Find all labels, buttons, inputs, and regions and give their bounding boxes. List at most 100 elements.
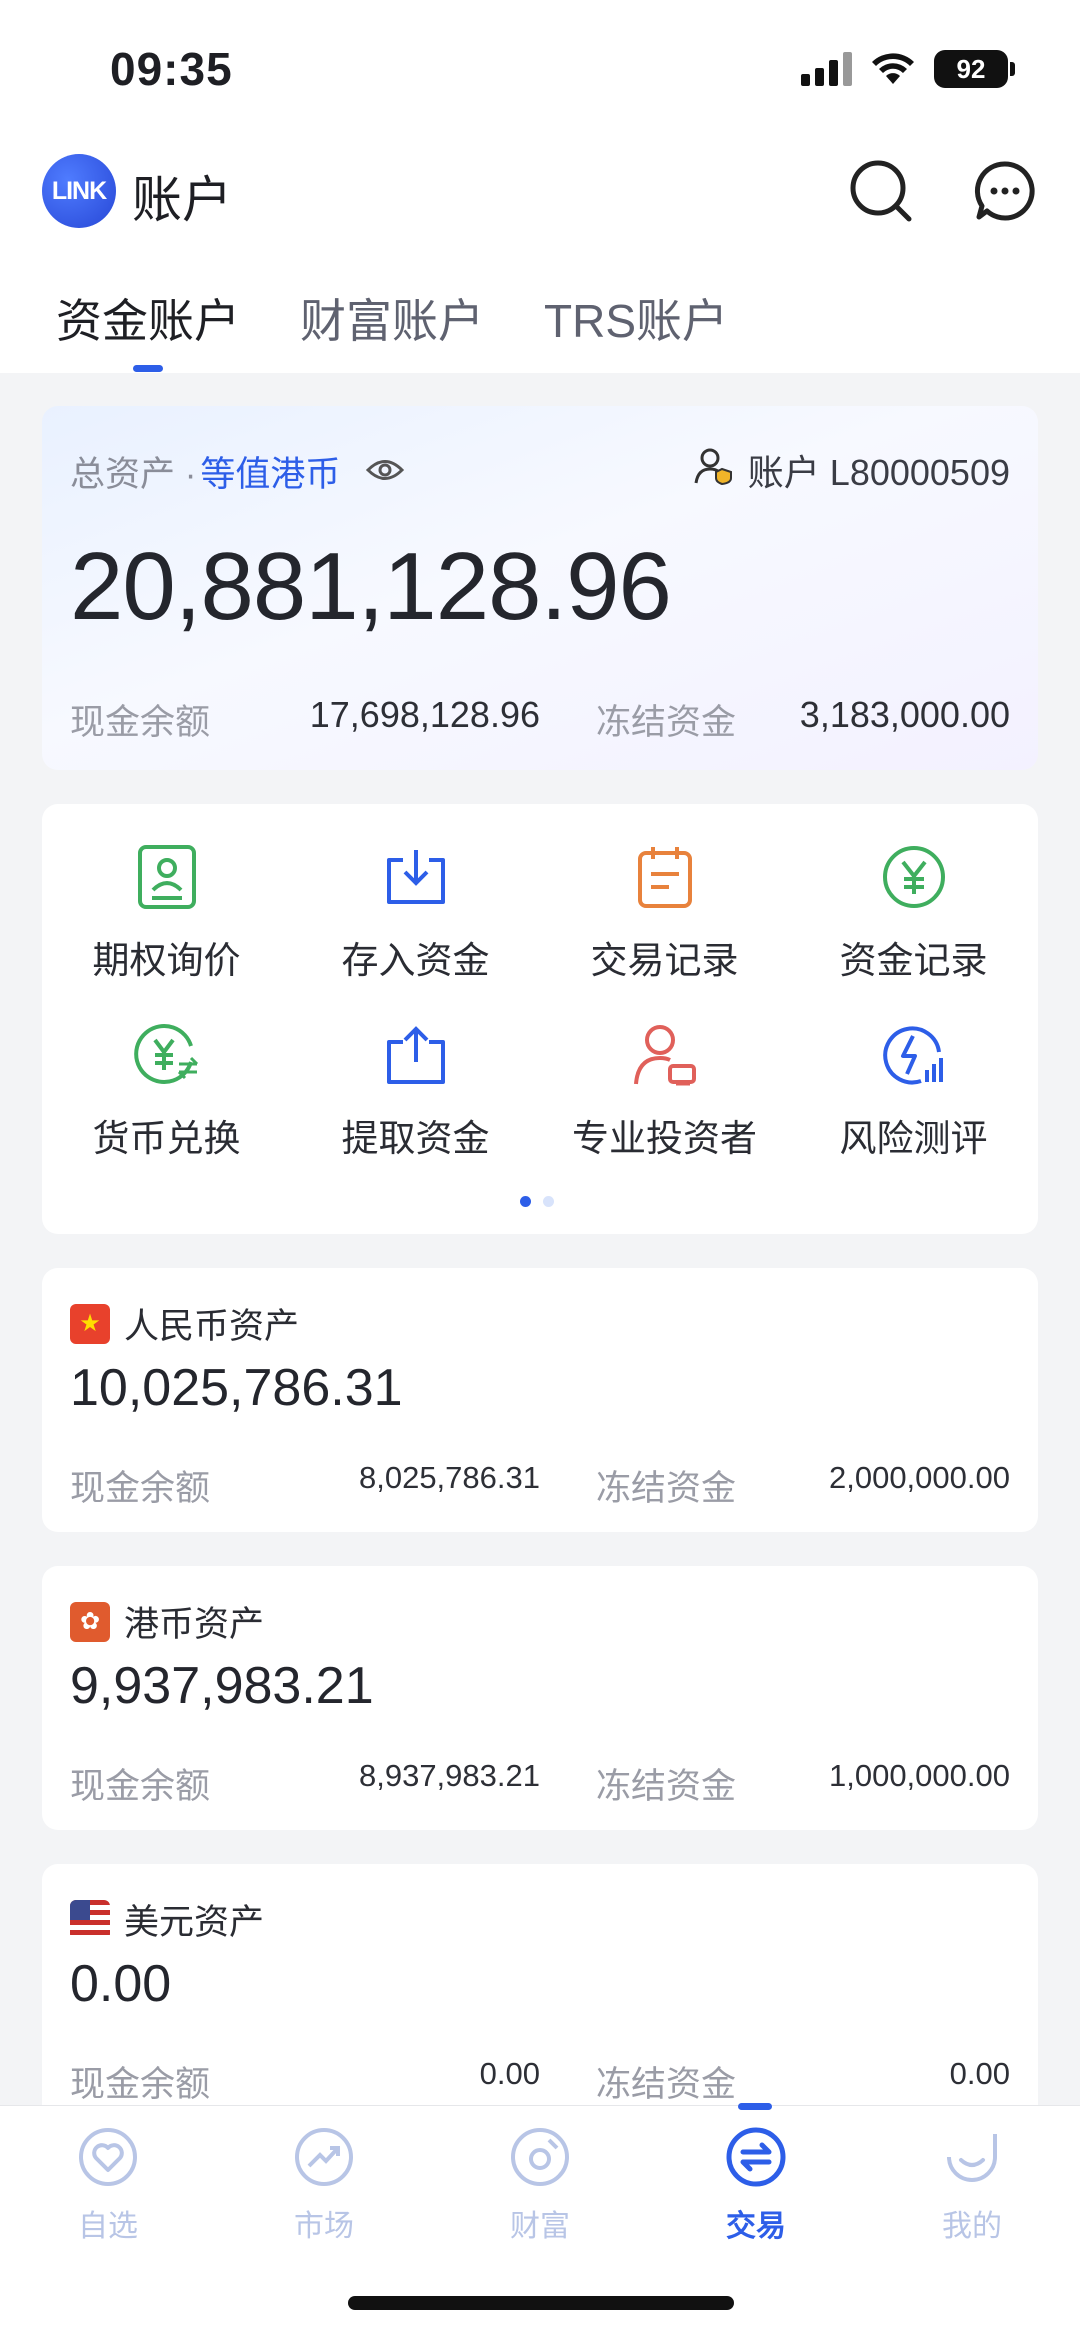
- status-icons: 92: [801, 50, 1015, 88]
- search-icon[interactable]: [846, 156, 916, 226]
- frozen-funds-label: 冻结资金: [596, 1767, 737, 1806]
- cash-balance-value: 8,025,786.31: [358, 1460, 540, 1495]
- nav-label: 我的: [942, 2210, 1002, 2243]
- frozen-funds-value: 0.00: [949, 2056, 1010, 2091]
- hkd-assets-header: ✿ 港币资产: [70, 1596, 264, 1647]
- action-label: 资金记录: [839, 940, 988, 981]
- action-pro-investor[interactable]: 专业投资者: [540, 1020, 789, 1162]
- download-tray-icon: [381, 842, 451, 912]
- battery-icon: 92: [934, 50, 1015, 88]
- action-label: 交易记录: [590, 940, 739, 981]
- action-label: 提取资金: [341, 1118, 490, 1159]
- total-assets-prefix: 总资产 ·: [70, 455, 197, 494]
- cash-balance-label: 现金余额: [70, 1767, 211, 1806]
- account-tabs: 资金账户 财富账户 TRS账户: [56, 285, 728, 351]
- tab-fund-account[interactable]: 资金账户: [56, 285, 240, 351]
- action-label: 风险测评: [839, 1118, 988, 1159]
- message-icon[interactable]: [970, 156, 1040, 226]
- currency-amount: 0.00: [70, 1955, 172, 2013]
- risk-bolt-icon: [879, 1020, 949, 1090]
- currency-stats: 现金余额 0.00 冻结资金 0.00: [70, 2056, 1010, 2107]
- nav-wealth[interactable]: 财富: [432, 2126, 648, 2245]
- page-title: 账户: [132, 172, 232, 228]
- currency-stats: 现金余额 8,025,786.31 冻结资金 2,000,000.00: [70, 1460, 1010, 1511]
- nav-label: 市场: [294, 2210, 354, 2243]
- hkd-assets-card[interactable]: ✿ 港币资产 9,937,983.21 现金余额 8,937,983.21 冻结…: [42, 1566, 1038, 1830]
- cash-balance-label: 现金余额: [70, 2065, 211, 2104]
- action-currency-exchange[interactable]: 货币兑换: [42, 1020, 291, 1162]
- total-assets-card: 总资产 · 等值港币 账户 L80000509 20,881,128.96 现金…: [42, 406, 1038, 770]
- wifi-icon: [870, 52, 916, 86]
- contact-card-icon: [132, 842, 202, 912]
- frozen-funds-value: 3,183,000.00: [799, 694, 1010, 735]
- currency-amount: 10,025,786.31: [70, 1359, 403, 1417]
- currency-stats: 现金余额 8,937,983.21 冻结资金 1,000,000.00: [70, 1758, 1010, 1809]
- usd-assets-header: 美元资产: [70, 1894, 264, 1945]
- frozen-funds-label: 冻结资金: [596, 2065, 737, 2104]
- summary-stats: 现金余额 17,698,128.96 冻结资金 3,183,000.00: [70, 694, 1010, 745]
- page-dots: [520, 1196, 554, 1207]
- nav-watchlist[interactable]: 自选: [0, 2126, 216, 2245]
- china-flag-icon: ★: [70, 1303, 110, 1344]
- brand-logo: LINK: [42, 154, 116, 228]
- frozen-funds-label: 冻结资金: [596, 703, 737, 742]
- home-indicator[interactable]: [348, 2296, 734, 2310]
- total-assets-value: 20,881,128.96: [70, 533, 672, 640]
- pro-investor-icon: [630, 1020, 700, 1090]
- page-dot-1[interactable]: [520, 1196, 531, 1207]
- nav-me[interactable]: 我的: [864, 2126, 1080, 2245]
- nav-label: 交易: [726, 2210, 786, 2243]
- status-time: 09:35: [110, 43, 233, 95]
- action-trade-records[interactable]: 交易记录: [540, 842, 789, 984]
- calendar-record-icon: [630, 842, 700, 912]
- cny-assets-header: ★ 人民币资产: [70, 1298, 299, 1349]
- nav-label: 自选: [78, 2210, 138, 2243]
- hong-kong-flag-icon: ✿: [70, 1601, 110, 1642]
- cash-balance-value: 17,698,128.96: [309, 694, 540, 735]
- nav-market[interactable]: 市场: [216, 2126, 432, 2245]
- total-assets-label: 总资产 · 等值港币: [70, 446, 405, 497]
- nav-active-indicator: [738, 2103, 772, 2110]
- action-fund-records[interactable]: 资金记录: [789, 842, 1038, 984]
- action-label: 存入资金: [341, 940, 490, 981]
- quick-actions-card: 期权询价 存入资金 交易记录 资金记录 货币兑换 提取资金 专业投资者 风险测评: [42, 804, 1038, 1234]
- signal-icon: [801, 52, 852, 86]
- usd-assets-card[interactable]: 美元资产 0.00 现金余额 0.00 冻结资金 0.00: [42, 1864, 1038, 2134]
- upload-tray-icon: [381, 1020, 451, 1090]
- frozen-funds-label: 冻结资金: [596, 1469, 737, 1508]
- page-dot-2[interactable]: [543, 1196, 554, 1207]
- currency-name: 美元资产: [124, 1903, 265, 1942]
- account-number-text: 账户 L80000509: [747, 452, 1010, 493]
- action-withdraw[interactable]: 提取资金: [291, 1020, 540, 1162]
- us-flag-icon: [70, 1899, 110, 1940]
- wealth-icon: [509, 2126, 571, 2193]
- trend-icon: [293, 2126, 355, 2193]
- tab-wealth-account[interactable]: 财富账户: [300, 285, 484, 351]
- nav-trade[interactable]: 交易: [648, 2126, 864, 2245]
- account-user-icon: [694, 447, 734, 494]
- nav-label: 财富: [510, 2210, 570, 2243]
- account-number[interactable]: 账户 L80000509: [694, 444, 1010, 496]
- eye-icon[interactable]: [366, 452, 405, 492]
- heart-icon: [77, 2126, 139, 2193]
- cny-assets-card[interactable]: ★ 人民币资产 10,025,786.31 现金余额 8,025,786.31 …: [42, 1268, 1038, 1532]
- action-option-inquiry[interactable]: 期权询价: [42, 842, 291, 984]
- yuan-circle-icon: [879, 842, 949, 912]
- smile-icon: [941, 2126, 1003, 2193]
- frozen-funds-value: 1,000,000.00: [828, 1758, 1010, 1793]
- currency-name: 人民币资产: [124, 1307, 300, 1346]
- tab-active-indicator: [133, 365, 163, 372]
- cash-balance-label: 现金余额: [70, 703, 211, 742]
- cash-balance-label: 现金余额: [70, 1469, 211, 1508]
- currency-name: 港币资产: [124, 1605, 265, 1644]
- action-label: 专业投资者: [572, 1118, 757, 1159]
- action-label: 货币兑换: [92, 1118, 241, 1159]
- action-deposit[interactable]: 存入资金: [291, 842, 540, 984]
- exchange-icon: [725, 2126, 787, 2193]
- currency-exchange-icon: [132, 1020, 202, 1090]
- currency-amount: 9,937,983.21: [70, 1657, 374, 1715]
- currency-switch[interactable]: 等值港币: [200, 446, 340, 497]
- tab-trs-account[interactable]: TRS账户: [544, 285, 728, 351]
- action-risk-assessment[interactable]: 风险测评: [789, 1020, 1038, 1162]
- cash-balance-value: 0.00: [479, 2056, 540, 2091]
